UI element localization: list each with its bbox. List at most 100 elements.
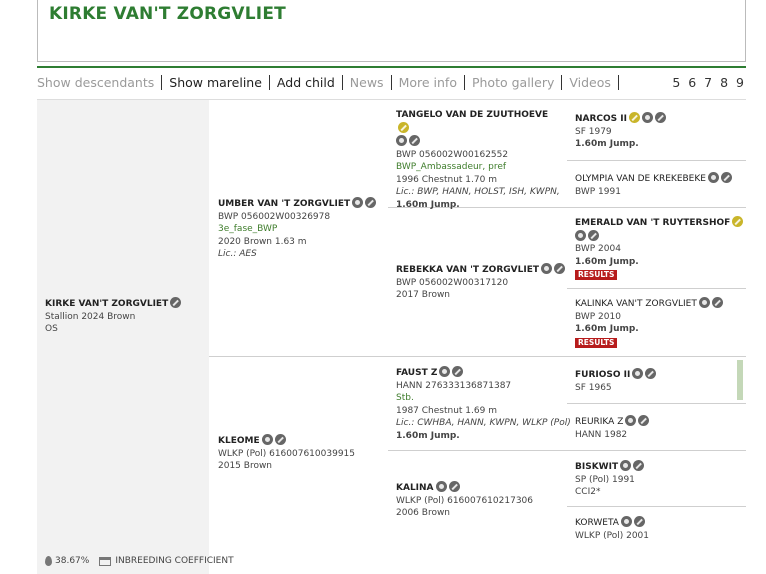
tab-more-info[interactable]: More info (392, 75, 465, 90)
horse-name[interactable]: EMERALD VAN 'T RUYTERSHOF (575, 218, 730, 228)
scroll-indicator[interactable] (737, 360, 743, 400)
edit-icon[interactable] (732, 216, 744, 227)
pedigree-icon[interactable] (625, 415, 637, 426)
gen4-node[interactable]: NARCOS II SF 1979 1.60m Jump. (575, 112, 666, 151)
pedigree-icon[interactable] (698, 297, 710, 308)
tab-photo-gallery[interactable]: Photo gallery (465, 75, 563, 90)
pedigree-icon[interactable] (540, 263, 552, 274)
pedigree-icon[interactable] (707, 172, 719, 183)
pedigree-icon[interactable] (352, 197, 364, 208)
edit-icon[interactable] (452, 366, 464, 377)
tab-news[interactable]: News (343, 75, 392, 90)
horse-studbook: OS (45, 324, 58, 334)
subject-column (37, 100, 209, 574)
horse-name[interactable]: KLEOME (218, 436, 260, 446)
horse-info: 1996 Chestnut 1.70 m (396, 174, 497, 185)
subject-node[interactable]: KIRKE VAN'T ZORGVLIET Stallion 2024 Brow… (45, 297, 182, 336)
pedigree-icon[interactable] (396, 135, 407, 146)
pedigree-icon[interactable] (620, 516, 632, 527)
horse-reg: BWP 056002W00317120 (396, 277, 509, 288)
page-title: KIRKE VAN'T ZORGVLIET (49, 4, 286, 24)
gen3-node[interactable]: FAUST Z HANN 276333136871387 Stb. 1987 C… (396, 366, 571, 442)
horse-name[interactable]: KALINKA VAN'T ZORGVLIET (575, 299, 697, 309)
horse-title: Stb. (396, 393, 414, 403)
edit-icon[interactable] (711, 297, 723, 308)
sire-node[interactable]: UMBER VAN 'T ZORGVLIET BWP 056002W003269… (218, 197, 377, 261)
green-rule (37, 66, 746, 68)
horse-reg: BWP 2004 (575, 244, 621, 254)
horse-lic: Lic.: AES (218, 249, 257, 259)
separator (567, 403, 746, 404)
horse-reg: WLKP (Pol) 2001 (575, 530, 650, 541)
results-badge[interactable]: RESULTS (575, 337, 618, 348)
horse-sport: CCI2* (575, 487, 601, 497)
edit-icon[interactable] (365, 197, 377, 208)
results-badge[interactable]: RESULTS (575, 270, 618, 280)
pedigree-icon[interactable] (261, 434, 273, 445)
edit-icon[interactable] (409, 135, 420, 146)
horse-reg: SF 1965 (575, 382, 612, 393)
horse-reg: BWP 056002W00326978 (218, 211, 331, 222)
horse-sport: 1.60m Jump. (575, 139, 639, 149)
horse-name[interactable]: KIRKE VAN'T ZORGVLIET (45, 299, 168, 309)
gen4-node[interactable]: EMERALD VAN 'T RUYTERSHOF BWP 2004 1.60m… (575, 216, 744, 282)
edit-icon[interactable] (645, 368, 657, 379)
edit-icon[interactable] (274, 434, 286, 445)
pedigree-icon[interactable] (642, 112, 653, 123)
edit-icon[interactable] (170, 297, 182, 308)
edit-icon[interactable] (633, 460, 645, 471)
horse-name[interactable]: TANGELO VAN DE ZUUTHOEVE (396, 110, 548, 120)
pedigree-icon[interactable] (435, 481, 447, 492)
pedigree-icon[interactable] (575, 229, 586, 241)
horse-reg: SF 1979 (575, 126, 612, 137)
horse-name[interactable]: FAUST Z (396, 368, 437, 378)
horse-info: 2006 Brown (396, 508, 451, 518)
horse-name[interactable]: REURIKA Z (575, 417, 623, 427)
gen3-node[interactable]: TANGELO VAN DE ZUUTHOEVE BWP 056002W0016… (396, 109, 561, 211)
gen3-node[interactable]: KALINA WLKP (Pol) 616007610217306 2006 B… (396, 481, 533, 520)
gen4-node[interactable]: FURIOSO II SF 1965 (575, 368, 657, 394)
horse-name[interactable]: KORWETA (575, 518, 619, 528)
gen3-node[interactable]: REBEKKA VAN 'T ZORGVLIET BWP 056002W0031… (396, 263, 565, 302)
horse-name[interactable]: NARCOS II (575, 114, 627, 124)
tab-show-mareline[interactable]: Show mareline (162, 75, 270, 90)
edit-icon[interactable] (720, 172, 732, 183)
tab-add-child[interactable]: Add child (270, 75, 343, 90)
horse-info: Stallion 2024 Brown (45, 311, 136, 322)
edit-icon[interactable] (448, 481, 460, 492)
pedigree-icon[interactable] (632, 368, 644, 379)
horse-reg: WLKP (Pol) 616007610217306 (396, 495, 533, 506)
horse-name[interactable]: FURIOSO II (575, 370, 630, 380)
horse-title: BWP_Ambassadeur, pref (396, 162, 507, 172)
tab-show-descendants[interactable]: Show descendants (37, 75, 163, 90)
horse-name[interactable]: BISKWIT (575, 462, 618, 472)
gen4-node[interactable]: KORWETA WLKP (Pol) 2001 (575, 516, 649, 542)
horse-name[interactable]: UMBER VAN 'T ZORGVLIET (218, 199, 350, 209)
inbreeding-label[interactable]: INBREEDING COEFFICIENT (115, 556, 233, 566)
edit-icon[interactable] (553, 263, 565, 274)
horse-name[interactable]: REBEKKA VAN 'T ZORGVLIET (396, 265, 539, 275)
horse-reg: HANN 1982 (575, 429, 628, 440)
separator (567, 506, 746, 507)
gen4-node[interactable]: BISKWIT SP (Pol) 1991 CCI2* (575, 460, 645, 499)
edit-icon[interactable] (588, 229, 599, 241)
pedigree-icon[interactable] (439, 366, 451, 377)
edit-icon[interactable] (655, 112, 666, 123)
edit-icon[interactable] (633, 516, 645, 527)
dam-node[interactable]: KLEOME WLKP (Pol) 616007610039915 2015 B… (218, 434, 355, 473)
tab-videos[interactable]: Videos (562, 75, 619, 90)
gen4-node[interactable]: KALINKA VAN'T ZORGVLIET BWP 2010 1.60m J… (575, 297, 723, 349)
horse-name[interactable]: KALINA (396, 483, 434, 493)
horse-info: 1987 Chestnut 1.69 m (396, 405, 497, 416)
edit-icon[interactable] (398, 121, 409, 133)
generation-pagination[interactable]: 5 6 7 8 9 (672, 75, 746, 90)
horse-reg: WLKP (Pol) 616007610039915 (218, 448, 355, 459)
edit-icon[interactable] (638, 415, 650, 426)
gen4-node[interactable]: OLYMPIA VAN DE KREKEBEKE BWP 1991 (575, 172, 732, 198)
gen4-node[interactable]: REURIKA Z HANN 1982 (575, 415, 650, 441)
pedigree-icon[interactable] (620, 460, 632, 471)
horse-name[interactable]: OLYMPIA VAN DE KREKEBEKE (575, 174, 706, 184)
horse-sport: 1.60m Jump. (575, 324, 639, 334)
horse-reg: BWP 2010 (575, 311, 621, 322)
edit-icon[interactable] (629, 112, 640, 123)
